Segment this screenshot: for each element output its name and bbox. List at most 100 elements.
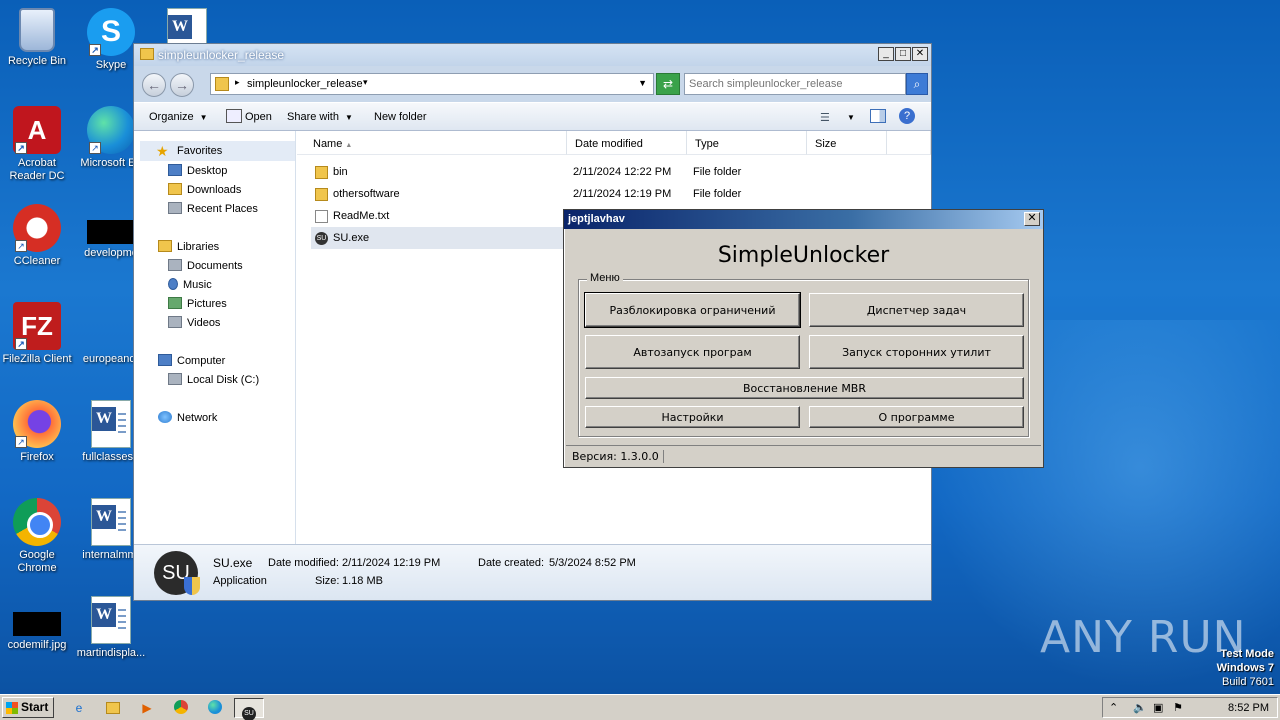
computer-icon bbox=[158, 354, 172, 366]
address-history-dropdown-icon[interactable]: ▼ bbox=[638, 78, 647, 88]
desktop-icon-filezilla[interactable]: FZ ↗ FileZilla Client bbox=[0, 302, 74, 366]
uac-shield-icon bbox=[184, 577, 200, 595]
chevron-down-icon: ▼ bbox=[199, 113, 208, 122]
skype-icon: S ↗ bbox=[87, 8, 135, 56]
image-file-icon bbox=[13, 612, 61, 636]
network-tray-icon[interactable]: ▣ bbox=[1153, 701, 1163, 714]
nav-music[interactable]: Music bbox=[168, 278, 212, 291]
navigation-pane: ★ Favorites Desktop Downloads Recent Plac… bbox=[134, 131, 296, 544]
nav-recent-places[interactable]: Recent Places bbox=[168, 202, 258, 215]
nav-pictures[interactable]: Pictures bbox=[168, 297, 227, 310]
menu-groupbox: Меню Разблокировка ограничений Диспетчер… bbox=[578, 272, 1029, 437]
nav-favorites[interactable]: ★ Favorites bbox=[140, 141, 295, 161]
ccleaner-icon: ↗ bbox=[13, 204, 61, 252]
nav-desktop[interactable]: Desktop bbox=[168, 164, 227, 177]
desktop-icon-ccleaner[interactable]: ↗ CCleaner bbox=[0, 204, 74, 268]
autorun-button[interactable]: Автозапуск програм bbox=[585, 335, 800, 369]
status-bar: Версия: 1.3.0.0 bbox=[566, 445, 1041, 465]
chevron-right-icon[interactable]: ▸ bbox=[235, 77, 240, 88]
column-header-type[interactable]: Type bbox=[687, 131, 807, 155]
chevron-down-icon[interactable]: ▼ bbox=[847, 111, 855, 123]
clock[interactable]: 8:52 PM bbox=[1228, 702, 1269, 714]
file-row[interactable]: othersoftware 2/11/2024 12:19 PM File fo… bbox=[311, 183, 931, 205]
ie-icon[interactable]: e bbox=[66, 698, 92, 718]
share-with-menu[interactable]: Share with ▼ bbox=[287, 111, 353, 123]
chevron-down-icon[interactable]: ▾ bbox=[363, 77, 368, 88]
show-hidden-icons-icon[interactable]: ⌃ bbox=[1109, 701, 1118, 714]
column-header-size[interactable]: Size bbox=[807, 131, 887, 155]
back-button[interactable]: ← bbox=[142, 73, 166, 97]
explorer-titlebar[interactable]: simpleunlocker_release _ □ ✕ bbox=[134, 44, 931, 66]
restore-mbr-button[interactable]: Восстановление MBR bbox=[585, 377, 1024, 399]
desktop-icon-chrome[interactable]: Google Chrome bbox=[0, 498, 74, 575]
nav-downloads[interactable]: Downloads bbox=[168, 183, 241, 196]
search-input[interactable] bbox=[689, 75, 889, 93]
desktop-icon-firefox[interactable]: ↗ Firefox bbox=[0, 400, 74, 464]
search-icon[interactable]: ⌕ bbox=[906, 73, 928, 95]
nav-computer[interactable]: Computer bbox=[158, 354, 225, 367]
run-utilities-button[interactable]: Запуск сторонних утилит bbox=[809, 335, 1024, 369]
maximize-button[interactable]: □ bbox=[895, 47, 911, 61]
minimize-button[interactable]: _ bbox=[878, 47, 894, 61]
flag-icon[interactable]: ⚑ bbox=[1173, 701, 1183, 714]
chrome-icon bbox=[13, 498, 61, 546]
about-button[interactable]: О программе bbox=[809, 406, 1024, 428]
nav-libraries[interactable]: Libraries bbox=[158, 240, 219, 253]
network-icon bbox=[158, 411, 172, 423]
blank-file-icon bbox=[87, 302, 135, 350]
nav-videos[interactable]: Videos bbox=[168, 316, 220, 329]
help-icon[interactable]: ? bbox=[899, 108, 915, 124]
settings-button[interactable]: Настройки bbox=[585, 406, 800, 428]
filezilla-icon: FZ ↗ bbox=[13, 302, 61, 350]
forward-button[interactable]: → bbox=[170, 73, 194, 97]
edge-taskbar-icon[interactable] bbox=[202, 698, 228, 718]
new-folder-button[interactable]: New folder bbox=[374, 111, 427, 123]
nav-network[interactable]: Network bbox=[158, 411, 217, 424]
explorer-taskbar-icon[interactable] bbox=[100, 698, 126, 718]
view-options-icon[interactable]: ☰ bbox=[820, 111, 830, 124]
start-button[interactable]: Start bbox=[2, 697, 54, 718]
su-taskbar-button[interactable]: SU bbox=[234, 698, 264, 720]
version-label: Версия: 1.3.0.0 bbox=[572, 450, 664, 463]
close-button[interactable]: ✕ bbox=[912, 47, 928, 61]
nav-label: Music bbox=[183, 279, 212, 291]
task-manager-button[interactable]: Диспетчер задач bbox=[809, 293, 1024, 327]
preview-pane-icon[interactable] bbox=[870, 109, 886, 123]
pictures-icon bbox=[168, 297, 182, 309]
desktop-icon-acrobat[interactable]: A ↗ Acrobat Reader DC bbox=[0, 106, 74, 183]
column-header-date[interactable]: Date modified bbox=[567, 131, 687, 155]
speaker-icon[interactable]: 🔈 bbox=[1133, 701, 1147, 714]
search-box[interactable] bbox=[684, 73, 906, 95]
nav-local-disk[interactable]: Local Disk (C:) bbox=[168, 373, 259, 386]
chrome-taskbar-icon[interactable] bbox=[168, 698, 194, 718]
documents-icon bbox=[168, 259, 182, 271]
file-type: File folder bbox=[693, 188, 742, 200]
test-mode-line3: Build 7601 bbox=[1222, 676, 1274, 688]
refresh-button[interactable]: ⇄ bbox=[656, 73, 680, 95]
open-button[interactable]: Open bbox=[245, 111, 272, 123]
address-bar[interactable]: ▸ simpleunlocker_release ▾ ▼ bbox=[210, 73, 654, 95]
dialog-titlebar[interactable]: jeptjlavhav ✕ bbox=[564, 210, 1043, 229]
close-button[interactable]: ✕ bbox=[1024, 212, 1040, 226]
file-row[interactable]: bin 2/11/2024 12:22 PM File folder bbox=[311, 161, 931, 183]
desktop-icon-recycle-bin[interactable]: Recycle Bin bbox=[0, 8, 74, 68]
nav-label: Network bbox=[177, 412, 218, 424]
nav-label: Documents bbox=[187, 260, 243, 272]
nav-label: Favorites bbox=[177, 145, 223, 157]
desktop-icon-martindispla[interactable]: W martindispla... bbox=[74, 596, 148, 660]
desktop-icon-label: Acrobat Reader DC bbox=[9, 157, 65, 182]
column-header-name[interactable]: Name ▲ bbox=[297, 131, 567, 155]
file-name: SU.exe bbox=[333, 232, 370, 244]
desktop-icon-word-top[interactable]: W bbox=[150, 8, 224, 48]
chevron-down-icon: ▼ bbox=[344, 113, 353, 122]
organize-menu[interactable]: Organize ▼ bbox=[149, 111, 208, 123]
disk-icon bbox=[168, 373, 182, 385]
edge-icon: ↗ bbox=[87, 106, 135, 154]
nav-documents[interactable]: Documents bbox=[168, 259, 243, 272]
desktop-icon-codemilf[interactable]: codemilf.jpg bbox=[0, 596, 74, 652]
media-player-icon[interactable]: ▶ bbox=[134, 698, 160, 718]
address-path[interactable]: simpleunlocker_release bbox=[247, 78, 363, 90]
unlock-restrictions-button[interactable]: Разблокировка ограничений bbox=[584, 292, 801, 328]
simpleunlocker-dialog[interactable]: jeptjlavhav ✕ SimpleUnlocker Меню Разбло… bbox=[563, 209, 1044, 468]
column-header-spacer bbox=[887, 131, 931, 155]
